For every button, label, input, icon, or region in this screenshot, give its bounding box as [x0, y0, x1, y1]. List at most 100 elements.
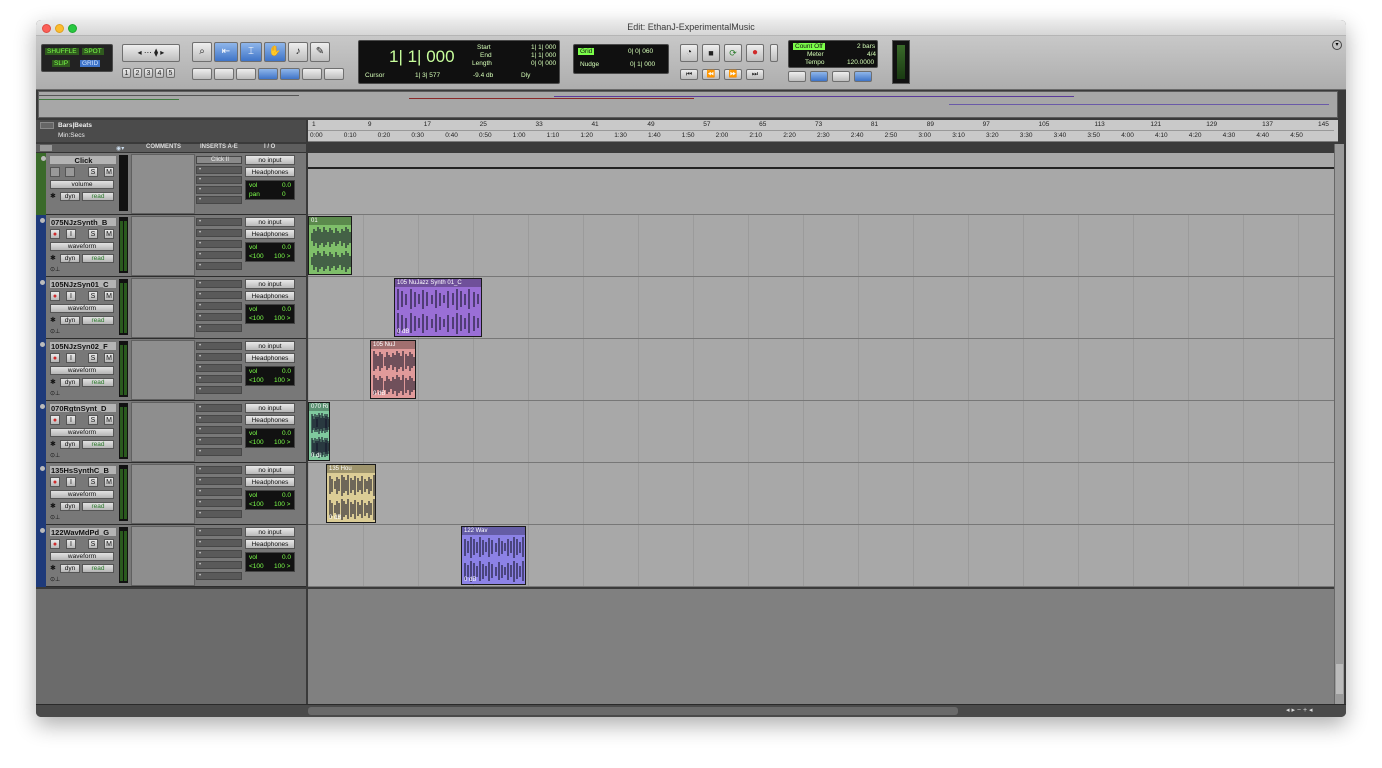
click-vol-pan[interactable]: vol 0.0 pan 0 — [245, 180, 295, 200]
output-selector[interactable]: Headphones — [245, 229, 295, 239]
track-name[interactable]: 075NJzSynth_B — [49, 217, 117, 227]
input-selector[interactable]: no input — [245, 341, 295, 351]
insert-d[interactable]: • — [196, 499, 242, 507]
output-selector[interactable]: Headphones — [245, 291, 295, 301]
tempo-value[interactable]: 120.0000 — [847, 59, 874, 66]
trim-tool[interactable]: ⇤ — [214, 42, 238, 62]
midi-merge-button[interactable] — [832, 71, 850, 82]
meter-value[interactable]: 4/4 — [867, 51, 876, 58]
click-insert-a[interactable]: Click II — [196, 156, 242, 164]
automation-mode[interactable]: read — [82, 502, 114, 511]
keyboard-focus-button[interactable] — [302, 68, 322, 80]
click-input-monitor-button[interactable] — [65, 167, 75, 177]
audio-clip[interactable]: 01 — [308, 216, 352, 275]
pan-right-value[interactable]: 100 > — [274, 439, 290, 446]
track-header[interactable]: 105NJzSyn02_F ● I S Mwaveform ✱ dyn read ⊙⊥ • • • • •… — [36, 339, 306, 401]
track-lane[interactable]: 135 Hou 0 dB — [308, 463, 1334, 525]
vol-pan-display[interactable]: vol 0.0 <100 100 > — [245, 428, 295, 448]
insert-c[interactable]: • — [196, 364, 242, 372]
insert-a[interactable]: • — [196, 528, 242, 536]
playlist-icon[interactable]: ✱ — [50, 316, 56, 324]
automation-type[interactable]: dyn — [60, 440, 80, 449]
track-select-indicator[interactable] — [40, 342, 45, 347]
track-lane[interactable]: 122 Wav 0 dB — [308, 525, 1334, 587]
min-secs-ruler[interactable]: 0:00 0:10 0:20 0:30 0:40 0:50 1:00 1:10 1:20 1:30… — [308, 131, 1334, 142]
track-select-indicator[interactable] — [40, 280, 45, 285]
output-selector[interactable]: Headphones — [245, 477, 295, 487]
insertion-follows-button[interactable] — [258, 68, 278, 80]
record-enable-button[interactable]: ● — [50, 353, 60, 363]
min-secs-label[interactable]: Min:Secs — [58, 132, 85, 139]
record-button[interactable]: ● — [746, 44, 764, 62]
rewind-button[interactable]: ⏪ — [702, 69, 720, 80]
transport-options-button[interactable] — [770, 44, 778, 62]
audio-clip[interactable]: 135 Hou 0 dB — [326, 464, 376, 523]
click-insert-e[interactable]: • — [196, 196, 242, 204]
track-select-indicator[interactable] — [40, 466, 45, 471]
track-name[interactable]: 070RgtnSynt_D — [49, 403, 117, 413]
end-value[interactable]: 1| 1| 000 — [531, 52, 556, 59]
record-enable-button[interactable]: ● — [50, 539, 60, 549]
scrubber-tool[interactable]: ♪ — [288, 42, 308, 62]
insert-b[interactable]: • — [196, 477, 242, 485]
click-record-button[interactable] — [50, 167, 60, 177]
grid-value[interactable]: 0| 0| 060 — [628, 48, 653, 55]
track-view-selector[interactable]: waveform — [50, 552, 114, 561]
input-monitor-button[interactable]: I — [66, 415, 76, 425]
solo-button[interactable]: S — [88, 539, 98, 549]
zoom-preset-3[interactable]: 3 — [144, 68, 153, 78]
insert-c[interactable]: • — [196, 302, 242, 310]
pan-left-value[interactable]: <100 — [249, 563, 264, 570]
automation-type[interactable]: dyn — [60, 502, 80, 511]
mute-button[interactable]: M — [104, 539, 114, 549]
clip-gain[interactable]: 0 dB — [329, 515, 341, 521]
go-to-end-button[interactable]: ⏭ — [746, 69, 764, 80]
comments-field[interactable] — [131, 216, 195, 276]
insert-a[interactable]: • — [196, 218, 242, 226]
comments-field[interactable] — [131, 464, 195, 524]
output-selector[interactable]: Headphones — [245, 539, 295, 549]
insert-a[interactable]: • — [196, 342, 242, 350]
insert-a[interactable]: • — [196, 280, 242, 288]
track-view-selector[interactable]: waveform — [50, 366, 114, 375]
automation-mode[interactable]: read — [82, 316, 114, 325]
elastic-audio-icon[interactable]: ⊙⊥ — [50, 452, 60, 459]
grid-mode[interactable]: GRID — [80, 60, 101, 67]
insert-d[interactable]: • — [196, 375, 242, 383]
pan-right-value[interactable]: 100 > — [274, 563, 290, 570]
conductor-button[interactable] — [854, 71, 872, 82]
input-monitor-button[interactable]: I — [66, 477, 76, 487]
count-off-toggle[interactable]: Count Off — [793, 43, 825, 50]
bars-beats-label[interactable]: Bars|Beats — [58, 122, 92, 129]
pencil-tool[interactable]: ✎ — [310, 42, 330, 62]
track-lane[interactable]: 01 — [308, 215, 1334, 277]
automation-type[interactable]: dyn — [60, 254, 80, 263]
track-lane[interactable]: 070 Ri 0 dl — [308, 401, 1334, 463]
input-selector[interactable]: no input — [245, 465, 295, 475]
record-enable-button[interactable]: ● — [50, 415, 60, 425]
zoom-buttons[interactable]: ◂ ▸ − + ◂ — [1286, 706, 1313, 714]
insert-a[interactable]: • — [196, 466, 242, 474]
mute-button[interactable]: M — [104, 229, 114, 239]
audio-clip[interactable]: 070 Ri 0 dl — [308, 402, 330, 461]
click-comments-field[interactable] — [131, 154, 195, 214]
insert-a[interactable]: • — [196, 404, 242, 412]
record-enable-button[interactable]: ● — [50, 229, 60, 239]
insert-e[interactable]: • — [196, 386, 242, 394]
vol-value[interactable]: 0.0 — [282, 554, 291, 561]
insert-e[interactable]: • — [196, 572, 242, 580]
mirror-midi-button[interactable] — [280, 68, 300, 80]
click-insert-c[interactable]: • — [196, 176, 242, 184]
automation-type[interactable]: dyn — [60, 378, 80, 387]
track-header[interactable]: 122WavMdPd_G ● I S Mwaveform ✱ dyn read ⊙⊥ • • • • • n… — [36, 525, 306, 587]
insert-b[interactable]: • — [196, 415, 242, 423]
pan-right-value[interactable]: 100 > — [274, 315, 290, 322]
track-view-selector[interactable]: waveform — [50, 428, 114, 437]
input-monitor-button[interactable]: I — [66, 291, 76, 301]
click-output-selector[interactable]: Headphones — [245, 167, 295, 177]
mute-button[interactable]: M — [104, 291, 114, 301]
elastic-audio-icon[interactable]: ⊙⊥ — [50, 576, 60, 583]
insert-b[interactable]: • — [196, 291, 242, 299]
vol-pan-display[interactable]: vol 0.0 <100 100 > — [245, 304, 295, 324]
track-lane[interactable]: 105 NuJazz Synth 01_C 0 dB — [308, 277, 1334, 339]
